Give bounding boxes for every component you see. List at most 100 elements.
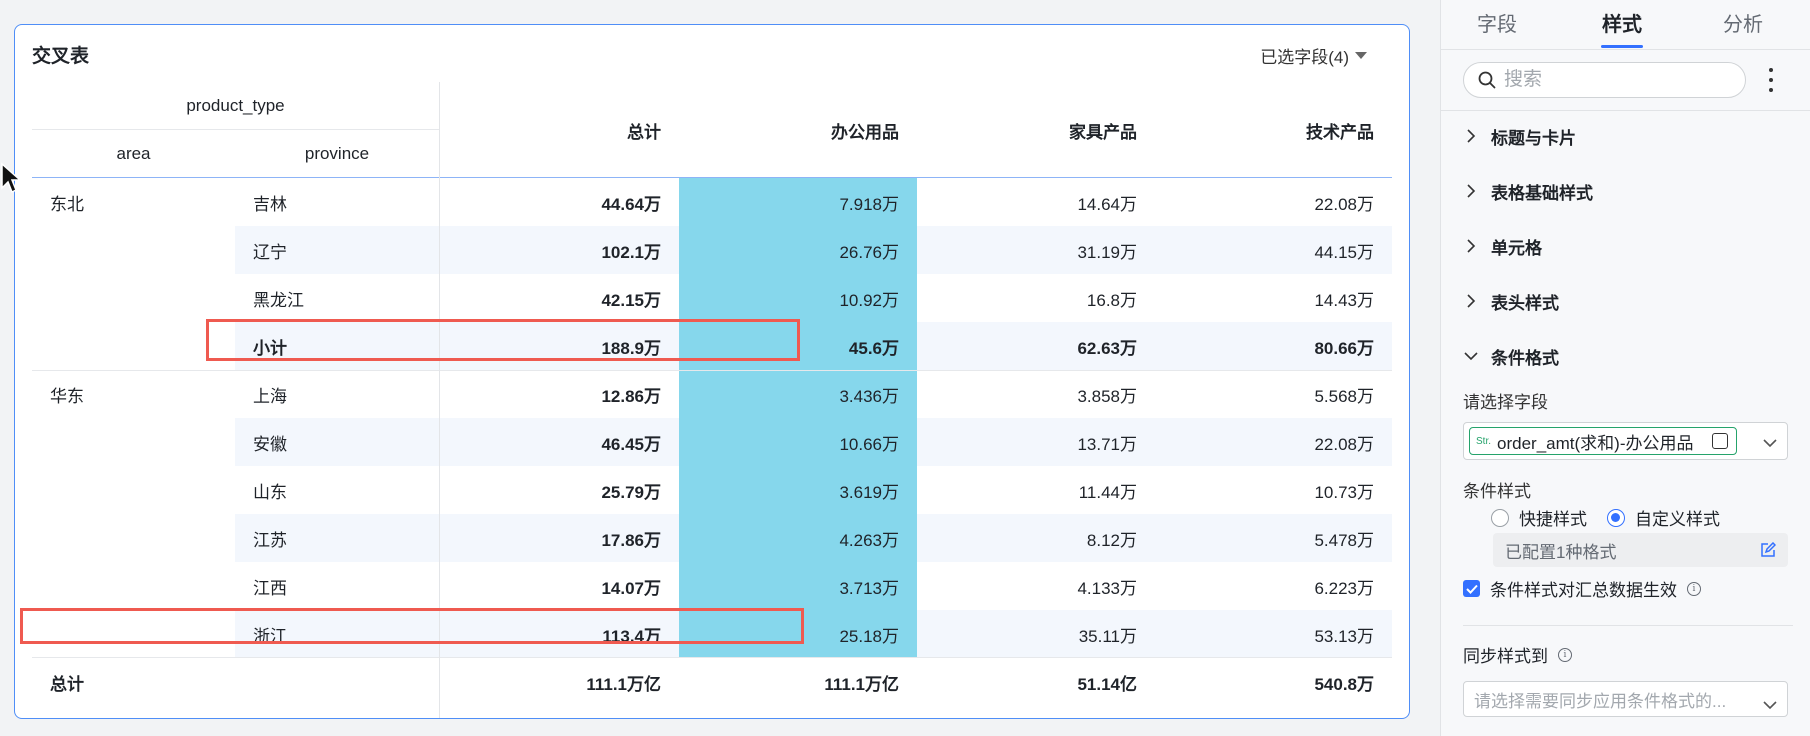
subtotal-callout-box (206, 319, 800, 361)
section-label: 标题与卡片 (1491, 128, 1576, 148)
value-cell[interactable]: 10.92万 (679, 274, 917, 322)
field-select-label: 请选择字段 (1463, 393, 1548, 412)
style-panel: 字段 样式 分析 标题与卡片 表格基础样式 单元格 表头样式 条件格式 请选择字… (1440, 0, 1810, 736)
grand-total-cell[interactable]: 540.8万 (1155, 658, 1392, 706)
value-cell[interactable]: 3.436万 (679, 370, 917, 418)
province-cell[interactable]: 上海 (235, 370, 439, 418)
table-row: 江西 14.07万 3.713万 4.133万 6.223万 (32, 562, 1392, 610)
section-title-card[interactable]: 标题与卡片 (1463, 119, 1793, 153)
grand-total-row: 总计 111.1万亿 111.1万亿 51.14亿 540.8万 (32, 657, 1392, 702)
selected-fields-label: 已选字段(4) (1260, 48, 1349, 67)
selected-field-chip[interactable]: Str. order_amt(求和)-办公用品 (1469, 427, 1737, 455)
section-conditional-format[interactable]: 条件格式 (1463, 339, 1793, 373)
panel-divider (1463, 625, 1793, 626)
section-header-style[interactable]: 表头样式 (1463, 284, 1793, 318)
panel-tabs: 字段 样式 分析 (1441, 0, 1810, 50)
value-cell[interactable]: 12.86万 (439, 370, 679, 418)
value-cell[interactable]: 16.8万 (917, 274, 1155, 322)
value-cell[interactable]: 14.64万 (917, 178, 1155, 226)
field-select[interactable]: Str. order_amt(求和)-办公用品 (1463, 422, 1788, 460)
column-header-total[interactable]: 总计 (439, 82, 679, 178)
tab-fields[interactable]: 字段 (1477, 8, 1517, 37)
province-cell[interactable]: 山东 (235, 466, 439, 514)
value-cell[interactable]: 44.64万 (439, 178, 679, 226)
value-cell[interactable]: 4.263万 (679, 514, 917, 562)
value-cell[interactable]: 31.19万 (917, 226, 1155, 274)
value-cell[interactable]: 44.15万 (1155, 226, 1392, 274)
value-cell[interactable]: 5.478万 (1155, 514, 1392, 562)
value-cell[interactable]: 80.66万 (1155, 322, 1392, 370)
sync-style-select[interactable]: 请选择需要同步应用条件格式的... (1463, 681, 1788, 717)
value-cell[interactable]: 102.1万 (439, 226, 679, 274)
edit-icon[interactable] (1760, 541, 1777, 563)
value-cell[interactable]: 11.44万 (917, 466, 1155, 514)
column-header-tech[interactable]: 技术产品 (1155, 82, 1392, 178)
section-cell[interactable]: 单元格 (1463, 229, 1793, 263)
grand-total-label: 总计 (50, 674, 84, 694)
pivot-table: product_type area province 总计 办公用品 家具产品 … (20, 82, 1392, 718)
apply-to-total-checkbox[interactable] (1463, 580, 1480, 597)
tab-analysis[interactable]: 分析 (1723, 8, 1763, 37)
configured-format-box: 已配置1种格式 (1493, 533, 1788, 567)
row-dimension-header-area[interactable]: area (32, 130, 235, 178)
column-header-office[interactable]: 办公用品 (679, 82, 917, 178)
value-cell[interactable]: 4.133万 (917, 562, 1155, 610)
value-cell[interactable]: 25.79万 (439, 466, 679, 514)
value-cell[interactable]: 8.12万 (917, 514, 1155, 562)
province-cell[interactable]: 黑龙江 (235, 274, 439, 322)
more-options-icon[interactable] (1768, 68, 1774, 92)
grand-total-cell[interactable]: 111.1万亿 (679, 658, 917, 706)
value-cell[interactable]: 53.13万 (1155, 610, 1392, 658)
province-cell[interactable]: 辽宁 (235, 226, 439, 274)
value-cell[interactable]: 17.86万 (439, 514, 679, 562)
area-cell[interactable]: 东北 (32, 178, 235, 226)
value-cell[interactable]: 3.858万 (917, 370, 1155, 418)
value-cell[interactable]: 22.08万 (1155, 418, 1392, 466)
value-cell[interactable]: 3.713万 (679, 562, 917, 610)
column-dimension-header[interactable]: product_type (32, 82, 439, 130)
value-cell[interactable]: 62.63万 (917, 322, 1155, 370)
value-cell[interactable]: 14.07万 (439, 562, 679, 610)
sync-style-placeholder: 请选择需要同步应用条件格式的... (1474, 691, 1727, 711)
quick-style-radio[interactable] (1491, 508, 1509, 527)
custom-style-radio[interactable] (1607, 508, 1625, 527)
column-header-furniture[interactable]: 家具产品 (917, 82, 1155, 178)
province-cell[interactable]: 江西 (235, 562, 439, 610)
tab-style[interactable]: 样式 (1602, 8, 1642, 37)
search-input[interactable] (1504, 69, 1724, 91)
info-icon[interactable]: i (1687, 581, 1701, 596)
value-cell[interactable]: 35.11万 (917, 610, 1155, 658)
table-row: 东北 吉林 44.64万 7.918万 14.64万 22.08万 (32, 178, 1392, 226)
value-cell[interactable]: 42.15万 (439, 274, 679, 322)
row-dimension-header-province[interactable]: province (235, 130, 439, 178)
grand-total-cell[interactable]: 51.14亿 (917, 658, 1155, 706)
search-box[interactable] (1463, 62, 1746, 98)
field-settings-icon[interactable] (1712, 433, 1728, 449)
table-row: 辽宁 102.1万 26.76万 31.19万 44.15万 (32, 226, 1392, 274)
value-cell[interactable]: 13.71万 (917, 418, 1155, 466)
value-cell[interactable]: 7.918万 (679, 178, 917, 226)
province-cell[interactable]: 江苏 (235, 514, 439, 562)
mouse-cursor-icon (1, 162, 22, 194)
value-cell[interactable]: 22.08万 (1155, 178, 1392, 226)
configured-format-label: 已配置1种格式 (1505, 542, 1617, 562)
value-cell[interactable]: 46.45万 (439, 418, 679, 466)
value-cell[interactable]: 10.66万 (679, 418, 917, 466)
value-cell[interactable]: 5.568万 (1155, 370, 1392, 418)
value-cell[interactable]: 10.73万 (1155, 466, 1392, 514)
caret-down-icon (1355, 52, 1367, 59)
string-type-tag: Str. (1476, 435, 1492, 447)
area-cell[interactable]: 华东 (32, 370, 235, 418)
grand-total-cell[interactable]: 111.1万亿 (439, 658, 679, 706)
value-cell[interactable]: 3.619万 (679, 466, 917, 514)
province-cell[interactable]: 吉林 (235, 178, 439, 226)
value-cell[interactable]: 26.76万 (679, 226, 917, 274)
chevron-right-icon (1463, 238, 1479, 254)
chevron-right-icon (1463, 183, 1479, 199)
value-cell[interactable]: 14.43万 (1155, 274, 1392, 322)
section-table-base-style[interactable]: 表格基础样式 (1463, 174, 1793, 208)
selected-fields-dropdown[interactable]: 已选字段(4) (1260, 43, 1367, 68)
value-cell[interactable]: 6.223万 (1155, 562, 1392, 610)
province-cell[interactable]: 安徽 (235, 418, 439, 466)
info-icon[interactable]: i (1558, 647, 1572, 662)
